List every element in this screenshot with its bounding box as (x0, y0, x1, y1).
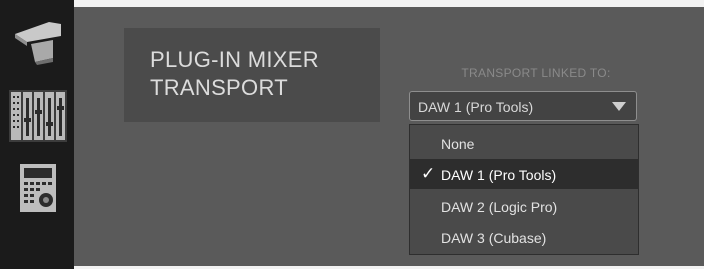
menu-item-none[interactable]: None (410, 128, 638, 158)
sidebar-item-control-unit[interactable] (6, 160, 70, 216)
chevron-down-icon (612, 102, 626, 111)
controller-surface-icon (15, 22, 61, 65)
menu-item-label: DAW 1 (Pro Tools) (441, 167, 557, 183)
menu-item-daw2[interactable]: DAW 2 (Logic Pro) (410, 191, 638, 221)
menu-item-label: DAW 3 (Cubase) (441, 230, 547, 246)
app-window: PLUG-IN MIXER TRANSPORT TRANSPORT LINKED… (0, 0, 704, 269)
top-divider (74, 0, 704, 7)
section-title: PLUG-IN MIXER TRANSPORT (150, 47, 319, 100)
transport-select[interactable]: DAW 1 (Pro Tools) (409, 91, 637, 121)
sidebar-item-controller[interactable] (6, 14, 70, 72)
transport-dropdown-menu: None ✓ DAW 1 (Pro Tools) DAW 2 (Logic Pr… (409, 124, 639, 255)
control-unit-icon (20, 164, 56, 212)
check-icon: ✓ (421, 164, 436, 183)
sidebar (0, 0, 74, 269)
transport-select-value: DAW 1 (Pro Tools) (418, 99, 534, 115)
fader-mixer-icon (9, 90, 67, 142)
menu-item-daw1[interactable]: ✓ DAW 1 (Pro Tools) (410, 159, 638, 189)
section-header: PLUG-IN MIXER TRANSPORT (124, 28, 380, 122)
transport-linked-label: TRANSPORT LINKED TO: (461, 66, 611, 80)
sidebar-item-mixer[interactable] (6, 86, 70, 146)
menu-item-daw3[interactable]: DAW 3 (Cubase) (410, 222, 638, 252)
main-panel: PLUG-IN MIXER TRANSPORT TRANSPORT LINKED… (74, 0, 704, 269)
menu-item-label: None (441, 136, 475, 152)
menu-item-label: DAW 2 (Logic Pro) (441, 199, 558, 215)
